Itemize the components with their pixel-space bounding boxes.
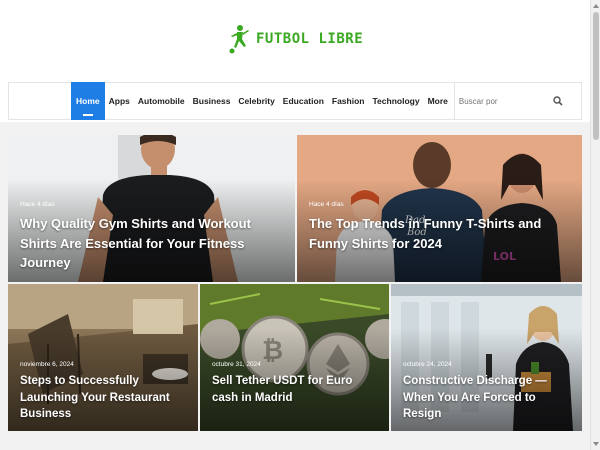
- image-overlay: [200, 284, 389, 431]
- nav-item-celebrity[interactable]: Celebrity: [234, 82, 278, 120]
- post-date: Hace 4 días: [309, 201, 344, 208]
- post-card[interactable]: ₿ octubre 31, 2024 Sell Tether USDT for …: [200, 284, 389, 431]
- post-card[interactable]: noviembre 6, 2024 Steps to Successfully …: [8, 284, 198, 431]
- logo-text: FUTBOL LIBRE: [256, 31, 364, 47]
- scroll-thumb[interactable]: [593, 12, 599, 140]
- nav-item-technology[interactable]: Technology: [368, 82, 423, 120]
- post-title[interactable]: Why Quality Gym Shirts and Workout Shirt…: [20, 214, 287, 273]
- nav-item-more[interactable]: More: [424, 82, 452, 120]
- page-scrollbar[interactable]: [590, 0, 600, 450]
- featured-post-card[interactable]: Hace 4 días Why Quality Gym Shirts and W…: [8, 135, 295, 282]
- featured-post-card[interactable]: Dad Bod LOL Hace 4 días The Top Trends i…: [297, 135, 582, 282]
- post-card[interactable]: octubre 24, 2024 Constructive Discharge …: [391, 284, 582, 431]
- post-title[interactable]: Steps to Successfully Launching Your Res…: [20, 373, 190, 423]
- nav-item-apps[interactable]: Apps: [105, 82, 134, 120]
- post-date: octubre 31, 2024: [212, 361, 261, 368]
- nav-item-home[interactable]: Home: [71, 82, 105, 120]
- scroll-down-arrow-icon[interactable]: [593, 442, 599, 446]
- site-logo[interactable]: FUTBOL LIBRE: [228, 24, 363, 54]
- search-icon[interactable]: [553, 96, 563, 106]
- scroll-up-arrow-icon[interactable]: [593, 4, 599, 8]
- soccer-player-icon: [229, 25, 249, 54]
- nav-item-business[interactable]: Business: [189, 82, 235, 120]
- post-title[interactable]: The Top Trends in Funny T-Shirts and Fun…: [309, 214, 574, 253]
- main-navigation: Home Apps Automobile Business Celebrity …: [8, 82, 582, 120]
- post-date: noviembre 6, 2024: [20, 361, 74, 368]
- image-overlay: [297, 135, 582, 282]
- post-title[interactable]: Constructive Discharge — When You Are Fo…: [403, 373, 574, 423]
- post-date: octubre 24, 2024: [403, 361, 452, 368]
- nav-divider: [453, 82, 455, 120]
- post-date: Hace 4 días: [20, 201, 55, 208]
- post-title[interactable]: Sell Tether USDT for Euro cash in Madrid: [212, 373, 381, 406]
- nav-item-education[interactable]: Education: [279, 82, 328, 120]
- search-input[interactable]: [458, 96, 549, 106]
- nav-item-automobile[interactable]: Automobile: [134, 82, 189, 120]
- nav-item-fashion[interactable]: Fashion: [328, 82, 369, 120]
